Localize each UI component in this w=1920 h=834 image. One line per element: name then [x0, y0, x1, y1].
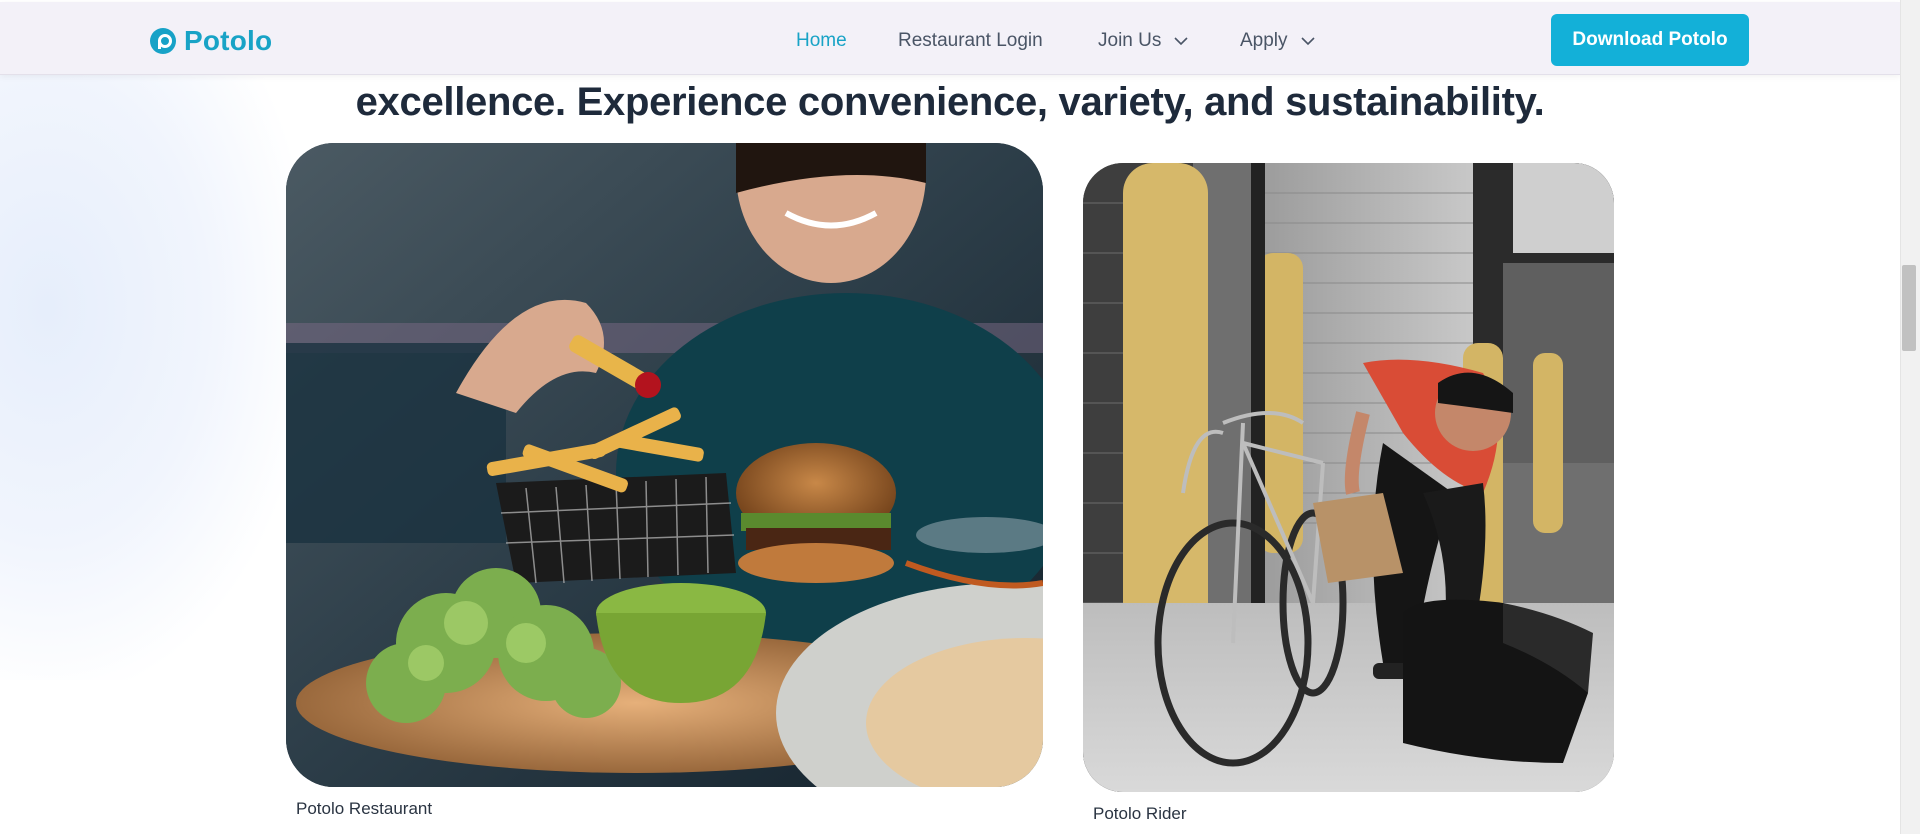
nav-restaurant-login-label: Restaurant Login [898, 30, 1043, 51]
page: Potolo Home Restaurant Login Join Us App… [0, 0, 1900, 834]
nav-join-us[interactable]: Join Us [1098, 30, 1189, 52]
nav-home[interactable]: Home [796, 30, 847, 52]
brand-logo[interactable]: Potolo [150, 24, 272, 58]
restaurant-caption: Potolo Restaurant [296, 799, 433, 818]
nav-home-label: Home [796, 30, 847, 51]
rider-photo-card[interactable] [1083, 163, 1614, 792]
chevron-down-icon [1300, 37, 1315, 46]
rider-caption: Potolo Rider [1093, 804, 1187, 823]
potolo-logo-icon [150, 28, 176, 54]
rider-photo [1083, 163, 1614, 792]
download-button[interactable]: Download Potolo [1551, 14, 1749, 66]
nav-join-us-label: Join Us [1098, 30, 1162, 51]
nav-apply-label: Apply [1240, 30, 1288, 51]
brand-name: Potolo [184, 25, 273, 56]
hero-headline: excellence. Experience convenience, vari… [355, 80, 1545, 124]
restaurant-photo-card[interactable] [286, 143, 1043, 787]
background-glow [0, 60, 300, 680]
scrollbar-thumb[interactable] [1902, 265, 1916, 351]
nav-restaurant-login[interactable]: Restaurant Login [898, 30, 1043, 52]
navbar: Potolo Home Restaurant Login Join Us App… [0, 2, 1900, 75]
nav-apply[interactable]: Apply [1240, 30, 1316, 52]
chevron-down-icon [1174, 37, 1188, 46]
scrollbar-track[interactable] [1900, 0, 1920, 834]
restaurant-photo [286, 143, 1043, 787]
